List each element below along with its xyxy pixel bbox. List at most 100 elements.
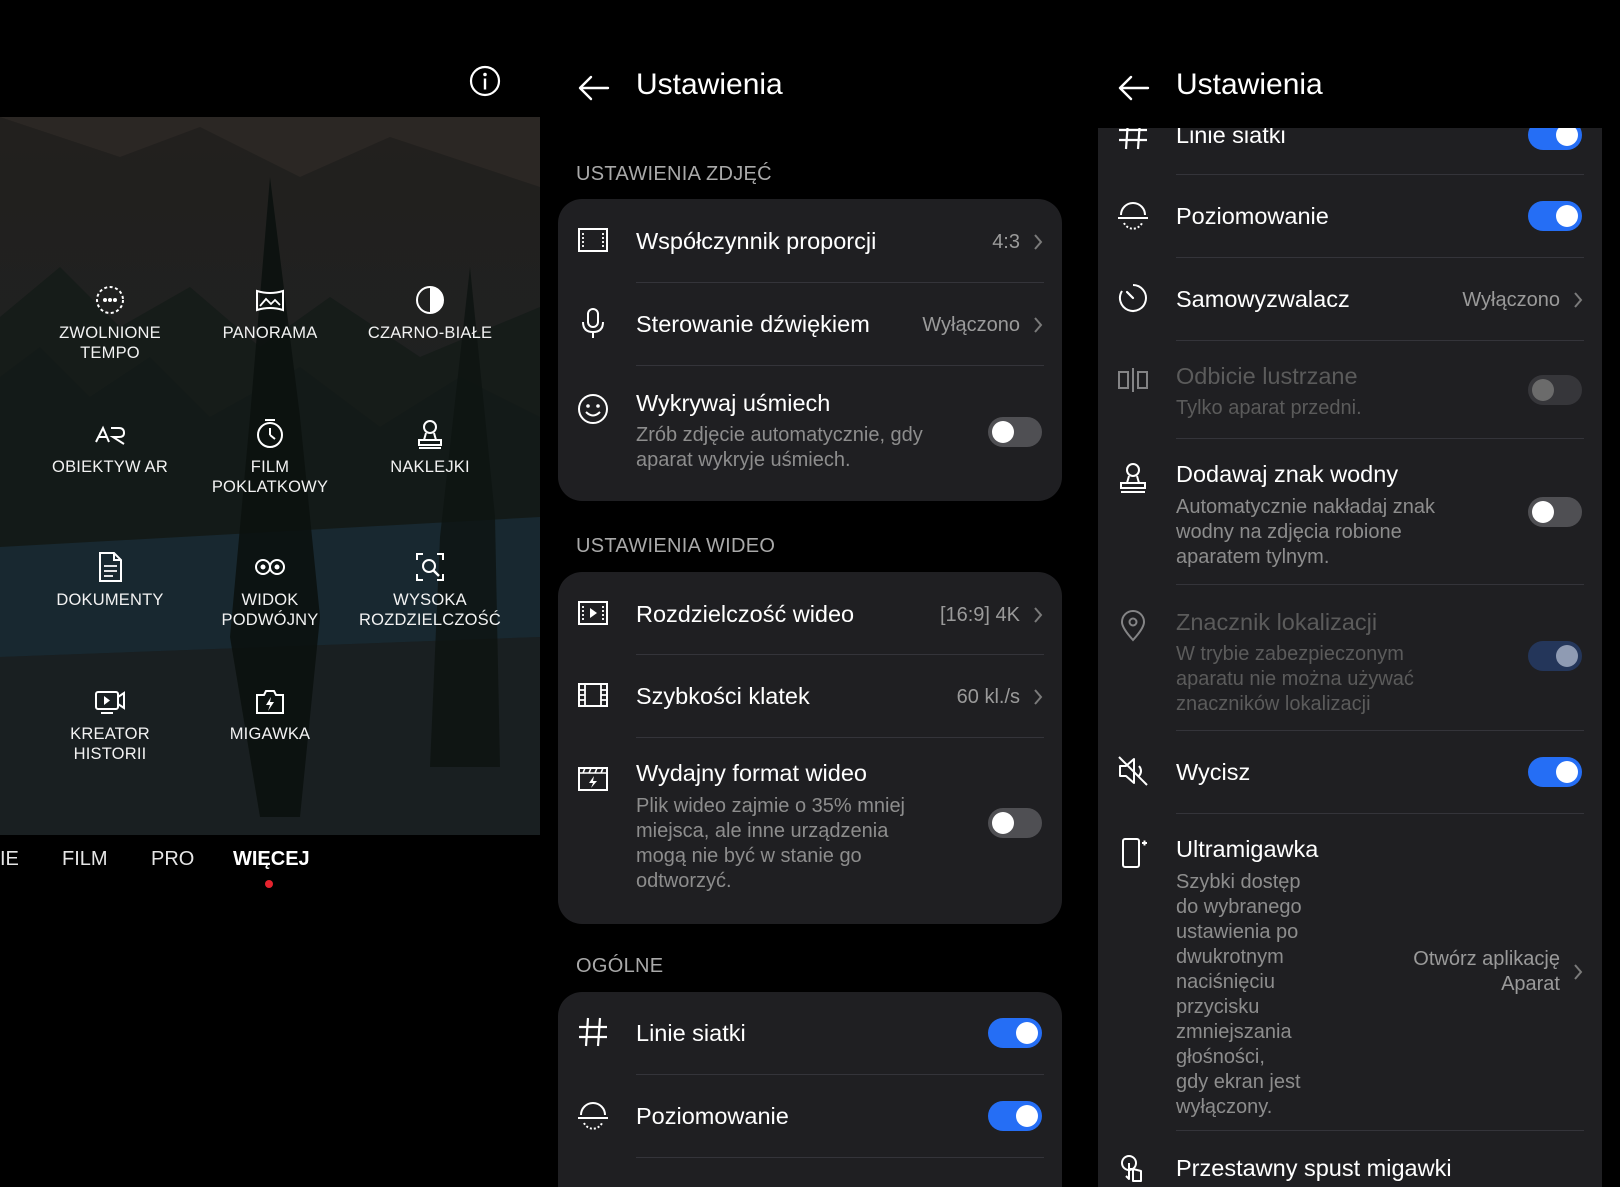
tab-partial[interactable]: IE	[0, 848, 19, 871]
back-arrow-icon[interactable]	[1116, 70, 1152, 106]
snapshot-icon	[253, 684, 287, 718]
ar-lens-icon	[93, 417, 127, 451]
sound-control-row[interactable]: Sterowanie dźwiękiem Wyłączono	[558, 283, 1062, 365]
row-subtitle: Zrób zdjęcie automatycznie, gdy aparat w…	[636, 424, 923, 471]
row-title: Wykrywaj uśmiech	[636, 390, 831, 416]
efficient-video-icon	[576, 762, 610, 796]
watermark-stamp-icon	[1116, 461, 1150, 495]
tab-more[interactable]: WIĘCEJ	[233, 848, 310, 871]
row-title: Sterowanie dźwiękiem	[636, 311, 870, 337]
frame-rate-row[interactable]: Szybkości klatek 60 kl./s	[558, 655, 1062, 737]
timelapse-icon	[253, 417, 287, 451]
smile-icon	[576, 392, 610, 426]
slow-motion-icon	[93, 283, 127, 317]
mode-panorama[interactable]: PANORAMA	[190, 283, 350, 393]
mode-label: KREATOR HISTORII	[70, 725, 150, 763]
mute-row[interactable]: Wycisz	[1098, 731, 1602, 813]
watermark-row[interactable]: Dodawaj znak wodny Automatycznie nakłada…	[1098, 439, 1602, 584]
level-icon	[576, 1098, 610, 1132]
section-header-general: OGÓLNE	[576, 955, 664, 977]
back-arrow-icon[interactable]	[576, 70, 612, 106]
efficient-format-row[interactable]: Wydajny format wideo Plik wideo zajmie o…	[558, 738, 1062, 924]
mode-snapshot[interactable]: MIGAWKA	[190, 684, 350, 794]
aspect-ratio-icon	[576, 223, 610, 257]
panorama-icon	[253, 283, 287, 317]
row-title: Rozdzielczość wideo	[636, 601, 855, 627]
leveling-toggle[interactable]	[1528, 201, 1582, 231]
mode-label: ZWOLNIONE TEMPO	[59, 324, 161, 362]
header: Ustawienia	[1098, 58, 1620, 118]
mode-slow-motion[interactable]: ZWOLNIONE TEMPO	[30, 283, 190, 393]
dual-view-icon	[253, 550, 287, 584]
mode-story-creator[interactable]: KREATOR HISTORII	[30, 684, 190, 794]
section-header-video: USTAWIENIA WIDEO	[576, 535, 776, 557]
leveling-toggle[interactable]	[988, 1101, 1042, 1131]
photo-settings-card: Współczynnik proporcji 4:3 Sterowanie dź…	[558, 199, 1062, 501]
row-subtitle: Tylko aparat przedni.	[1176, 397, 1362, 419]
chevron-right-icon	[1032, 605, 1044, 625]
settings-panel-right: Linie siatki Poziomowanie Samowyzwalacz …	[1098, 0, 1620, 1187]
watermark-toggle[interactable]	[1528, 497, 1582, 527]
row-title: Linie siatki	[636, 1020, 746, 1046]
grid-lines-toggle[interactable]	[988, 1018, 1042, 1048]
mode-label: OBIEKTYW AR	[52, 458, 168, 476]
location-tag-toggle[interactable]	[1528, 641, 1582, 671]
microphone-icon	[576, 306, 610, 340]
mode-label: CZARNO-BIAŁE	[367, 324, 493, 342]
mirror-toggle[interactable]	[1528, 375, 1582, 405]
location-pin-icon	[1116, 609, 1150, 643]
touch-shutter-icon	[1116, 1153, 1150, 1187]
smile-detect-toggle[interactable]	[988, 417, 1042, 447]
row-title: Samowyzwalacz	[1176, 286, 1350, 312]
row-title: Poziomowanie	[1176, 203, 1329, 229]
mode-label: PANORAMA	[222, 324, 318, 342]
mute-toggle[interactable]	[1528, 757, 1582, 787]
active-tab-indicator	[265, 880, 273, 888]
efficient-format-toggle[interactable]	[988, 808, 1042, 838]
camera-modes-panel: ZWOLNIONE TEMPO PANORAMA CZARNO-BIAŁE OB…	[0, 0, 540, 1187]
self-timer-row[interactable]: Samowyzwalacz Wyłączono	[1098, 258, 1602, 340]
chevron-right-icon	[1032, 232, 1044, 252]
row-title: Odbicie lustrzane	[1176, 363, 1358, 389]
mode-label: WIDOK PODWÓJNY	[221, 591, 319, 629]
mode-label: DOKUMENTY	[56, 591, 164, 609]
timer-icon	[1116, 281, 1150, 315]
row-title: Dodawaj znak wodny	[1176, 461, 1399, 487]
section-header-photo: USTAWIENIA ZDJĘĆ	[576, 163, 772, 185]
row-title: Szybkości klatek	[636, 683, 810, 709]
location-tag-row[interactable]: Znacznik lokalizacji W trybie zabezpiecz…	[1098, 585, 1602, 730]
level-icon	[1116, 198, 1150, 232]
ultra-snapshot-row[interactable]: Ultramigawka Szybki dostęp do wybranego …	[1098, 814, 1602, 1130]
mode-label: WYSOKA ROZDZIELCZOŚĆ	[359, 591, 501, 629]
movable-shutter-row[interactable]: Przestawny spust migawki	[1098, 1131, 1602, 1187]
mode-black-white[interactable]: CZARNO-BIAŁE	[350, 283, 510, 393]
settings-list-card: Linie siatki Poziomowanie Samowyzwalacz …	[1098, 100, 1602, 1187]
video-resolution-icon	[576, 596, 610, 630]
mode-ar-lens[interactable]: OBIEKTYW AR	[30, 417, 190, 527]
row-value: 4:3	[992, 231, 1020, 253]
row-title: Wycisz	[1176, 759, 1251, 785]
tab-pro[interactable]: PRO	[151, 848, 194, 871]
row-value: Otwórz aplikację Aparat	[1413, 948, 1560, 995]
high-resolution-icon	[413, 550, 447, 584]
grid-lines-row[interactable]: Linie siatki	[558, 992, 1062, 1074]
aspect-ratio-row[interactable]: Współczynnik proporcji 4:3	[558, 199, 1062, 282]
leveling-row[interactable]: Poziomowanie	[558, 1075, 1062, 1157]
mode-documents[interactable]: DOKUMENTY	[30, 550, 190, 660]
mode-dual-view[interactable]: WIDOK PODWÓJNY	[190, 550, 350, 660]
mode-stickers[interactable]: NAKLEJKI	[350, 417, 510, 527]
mode-label: MIGAWKA	[229, 725, 311, 743]
video-settings-card: Rozdzielczość wideo [16:9] 4K Szybkości …	[558, 572, 1062, 924]
video-resolution-row[interactable]: Rozdzielczość wideo [16:9] 4K	[558, 572, 1062, 654]
row-value: Wyłączono	[922, 314, 1020, 336]
mode-tab-bar: IE FILM PRO WIĘCEJ	[0, 848, 540, 888]
black-white-icon	[413, 283, 447, 317]
tab-film[interactable]: FILM	[62, 848, 108, 871]
mirror-row[interactable]: Odbicie lustrzane Tylko aparat przedni.	[1098, 341, 1602, 438]
mode-high-resolution[interactable]: WYSOKA ROZDZIELCZOŚĆ	[350, 550, 510, 660]
info-icon[interactable]	[468, 64, 502, 98]
smile-detect-row[interactable]: Wykrywaj uśmiech Zrób zdjęcie automatycz…	[558, 366, 1062, 501]
mode-timelapse[interactable]: FILM POKLATKOWY	[190, 417, 350, 527]
row-value: Wyłączono	[1462, 289, 1560, 311]
leveling-row[interactable]: Poziomowanie	[1098, 175, 1602, 257]
